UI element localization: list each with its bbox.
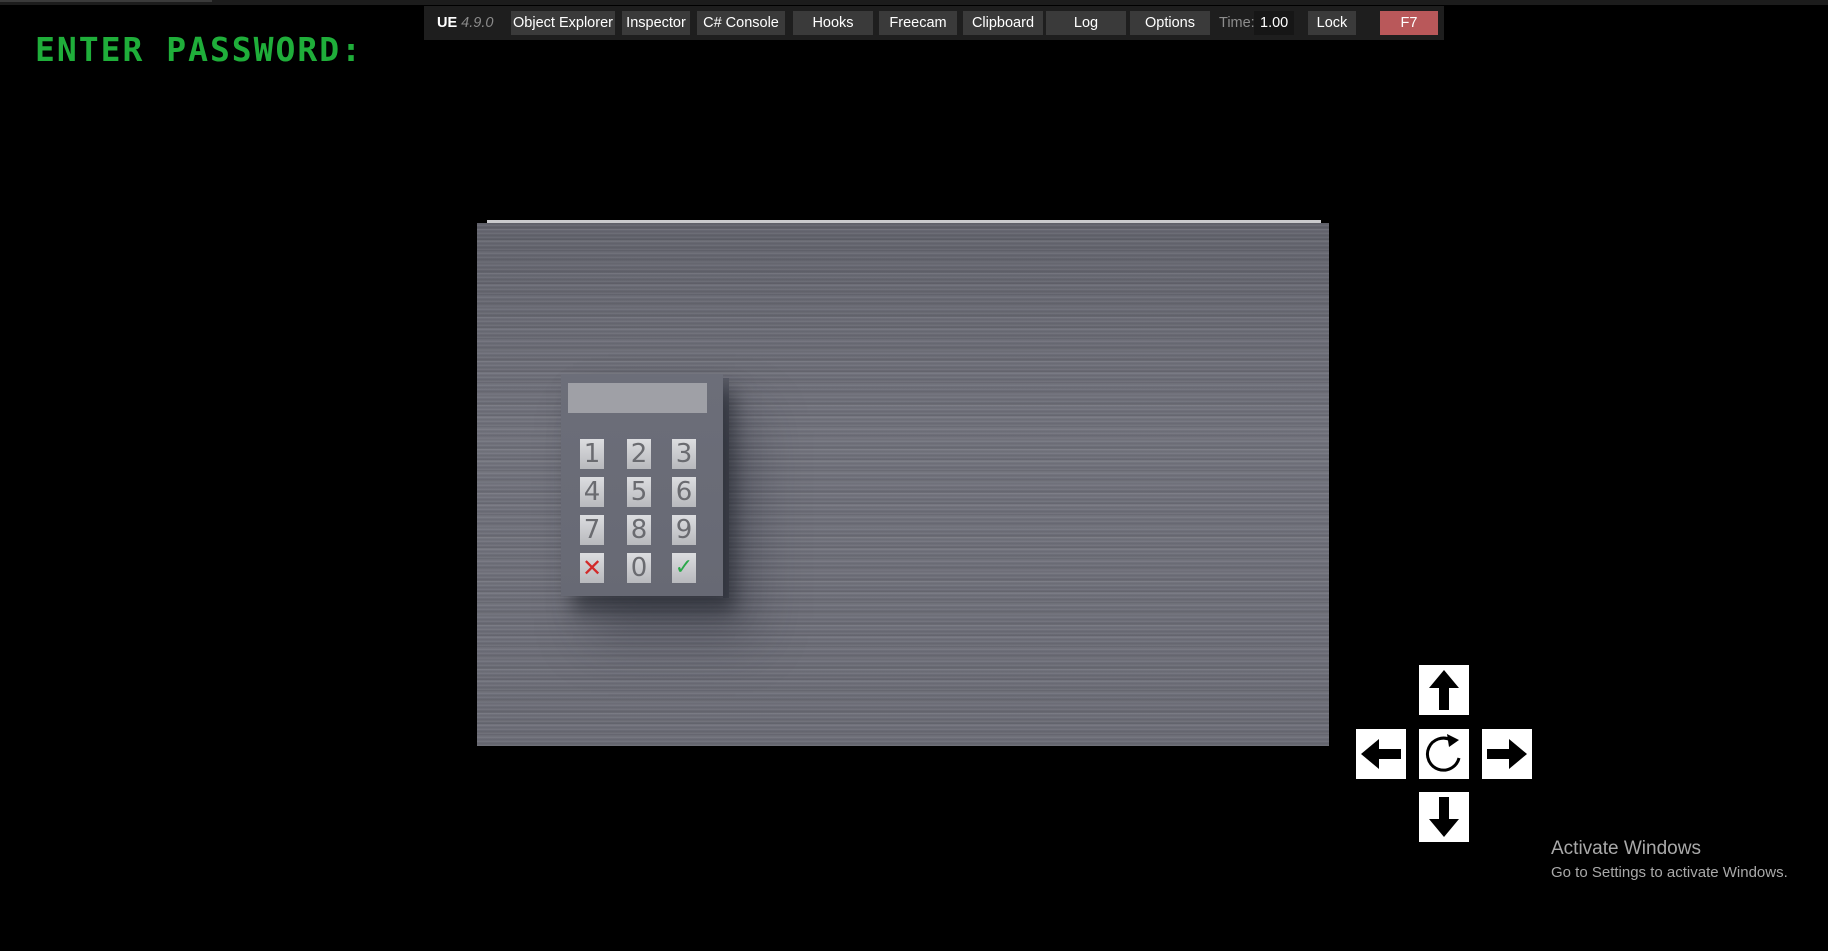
time-label: Time: [1219, 15, 1255, 31]
unity-explorer-toolbar: UE 4.9.0 Object Explorer Inspector C# Con… [424, 6, 1444, 40]
key-confirm[interactable]: ✓ [672, 553, 696, 583]
key-0[interactable]: 0 [627, 553, 651, 583]
toggle-ui-button[interactable]: F7 [1380, 11, 1438, 35]
arrow-down-button[interactable] [1419, 792, 1469, 842]
hooks-button[interactable]: Hooks [793, 11, 873, 35]
lock-button[interactable]: Lock [1308, 11, 1356, 35]
key-5[interactable]: 5 [627, 477, 651, 507]
arrow-left-icon [1361, 739, 1401, 769]
arrow-up-icon [1429, 670, 1459, 710]
arrow-down-icon [1429, 797, 1459, 837]
password-prompt: ENTER PASSWORD: [35, 30, 364, 69]
arrow-left-button[interactable] [1356, 729, 1406, 779]
key-4[interactable]: 4 [580, 477, 604, 507]
keypad-side [723, 378, 729, 598]
brand-version: 4.9.0 [461, 15, 494, 31]
key-1[interactable]: 1 [580, 439, 604, 469]
time-scale-input[interactable]: 1.00 [1254, 11, 1295, 35]
keypad-display [568, 383, 707, 413]
key-cancel[interactable]: ✕ [580, 553, 604, 583]
key-3[interactable]: 3 [672, 439, 696, 469]
key-6[interactable]: 6 [672, 477, 696, 507]
top-strip-tab [0, 0, 212, 2]
csharp-console-button[interactable]: C# Console [697, 11, 785, 35]
arrow-right-icon [1487, 739, 1527, 769]
key-9[interactable]: 9 [672, 515, 696, 545]
rotate-icon [1425, 734, 1461, 772]
brand-name: UE [437, 15, 458, 31]
object-explorer-button[interactable]: Object Explorer [511, 11, 615, 35]
brand-label: UE 4.9.0 [437, 11, 493, 35]
arrow-right-button[interactable] [1482, 729, 1532, 779]
key-2[interactable]: 2 [627, 439, 651, 469]
activate-windows-title: Activate Windows [1551, 838, 1701, 859]
activate-windows-subtitle: Go to Settings to activate Windows. [1551, 864, 1788, 881]
options-button[interactable]: Options [1130, 11, 1210, 35]
keypad: 1 2 3 4 5 6 7 8 9 ✕ 0 ✓ [561, 374, 723, 596]
log-button[interactable]: Log [1046, 11, 1126, 35]
key-8[interactable]: 8 [627, 515, 651, 545]
inspector-button[interactable]: Inspector [622, 11, 690, 35]
top-strip [0, 0, 1828, 5]
rotate-button[interactable] [1419, 729, 1469, 779]
arrow-up-button[interactable] [1419, 665, 1469, 715]
key-7[interactable]: 7 [580, 515, 604, 545]
freecam-button[interactable]: Freecam [879, 11, 957, 35]
clipboard-button[interactable]: Clipboard [963, 11, 1043, 35]
